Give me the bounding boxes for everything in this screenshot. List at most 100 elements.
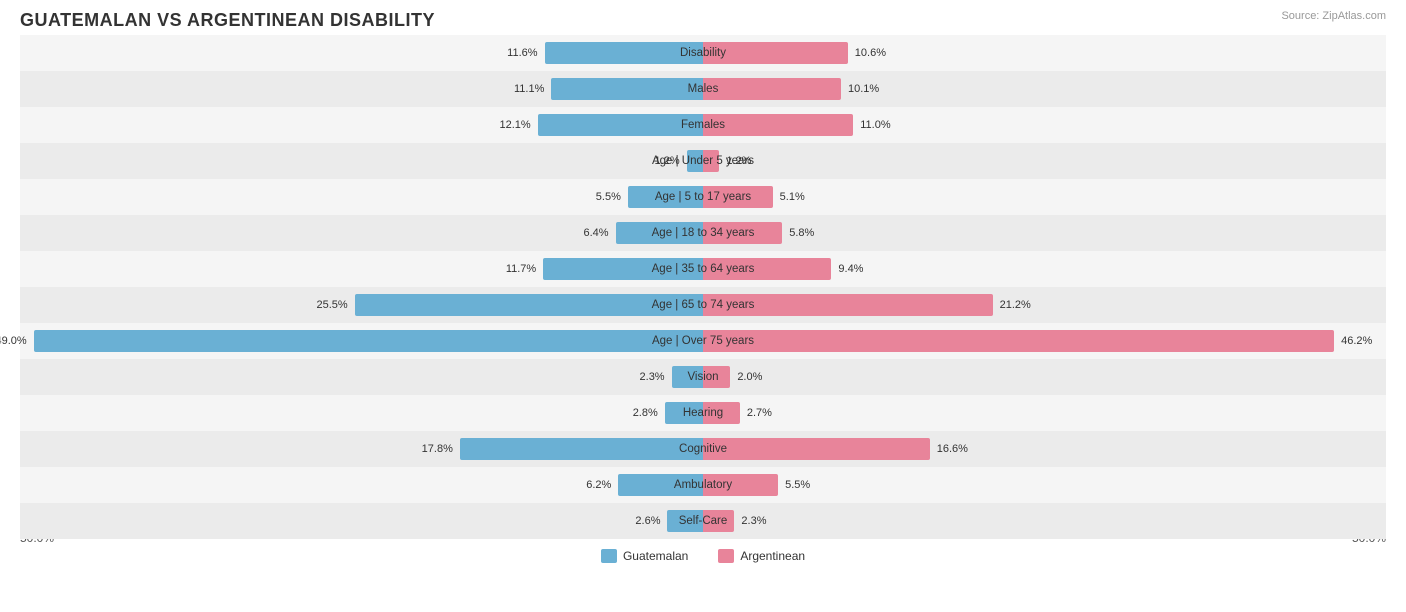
bar-blue-11: 17.8% <box>460 438 703 460</box>
bar-row: 6.4% Age | 18 to 34 years 5.8% <box>20 215 1386 251</box>
right-side-11: 16.6% <box>703 431 1386 467</box>
center-label-12: Ambulatory <box>674 479 732 491</box>
bars-wrapper-12: 6.2% Ambulatory 5.5% <box>20 467 1386 503</box>
bar-row: 2.8% Hearing 2.7% <box>20 395 1386 431</box>
bar-row: 17.8% Cognitive 16.6% <box>20 431 1386 467</box>
center-label-4: Age | 5 to 17 years <box>655 191 751 203</box>
val-left-7: 25.5% <box>316 299 350 311</box>
right-side-7: 21.2% <box>703 287 1386 323</box>
val-right-5: 5.8% <box>786 227 814 239</box>
val-right-12: 5.5% <box>782 479 810 491</box>
val-right-13: 2.3% <box>738 515 766 527</box>
val-right-2: 11.0% <box>857 119 890 131</box>
bar-pink-11: 16.6% <box>703 438 930 460</box>
val-left-8: 49.0% <box>0 335 30 347</box>
bar-pink-8: 46.2% <box>703 330 1334 352</box>
right-side-10: 2.7% <box>703 395 1386 431</box>
val-right-10: 2.7% <box>744 407 772 419</box>
bars-wrapper-8: 49.0% Age | Over 75 years 46.2% <box>20 323 1386 359</box>
center-label-6: Age | 35 to 64 years <box>652 263 755 275</box>
legend-item-pink: Argentinean <box>718 549 805 563</box>
right-side-3: 1.2% <box>703 143 1386 179</box>
val-right-11: 16.6% <box>934 443 968 455</box>
bar-pink-2: 11.0% <box>703 114 853 136</box>
left-side-9: 2.3% <box>20 359 703 395</box>
bars-wrapper-2: 12.1% Females 11.0% <box>20 107 1386 143</box>
val-left-2: 12.1% <box>500 119 534 131</box>
left-side-8: 49.0% <box>20 323 703 359</box>
val-right-9: 2.0% <box>734 371 762 383</box>
bar-row: 5.5% Age | 5 to 17 years 5.1% <box>20 179 1386 215</box>
legend-pink-box <box>718 549 734 563</box>
val-right-4: 5.1% <box>777 191 805 203</box>
right-side-9: 2.0% <box>703 359 1386 395</box>
val-left-6: 11.7% <box>506 263 539 275</box>
bars-wrapper-3: 1.2% Age | Under 5 years 1.2% <box>20 143 1386 179</box>
val-left-10: 2.8% <box>633 407 661 419</box>
source-text: Source: ZipAtlas.com <box>1281 10 1386 22</box>
center-label-2: Females <box>681 119 725 131</box>
val-left-1: 11.1% <box>514 83 547 95</box>
right-side-5: 5.8% <box>703 215 1386 251</box>
legend-blue-label: Guatemalan <box>623 549 688 563</box>
bar-blue-8: 49.0% <box>34 330 703 352</box>
center-label-5: Age | 18 to 34 years <box>652 227 755 239</box>
left-side-6: 11.7% <box>20 251 703 287</box>
bar-row: 49.0% Age | Over 75 years 46.2% <box>20 323 1386 359</box>
left-side-13: 2.6% <box>20 503 703 539</box>
left-side-11: 17.8% <box>20 431 703 467</box>
left-side-10: 2.8% <box>20 395 703 431</box>
right-side-2: 11.0% <box>703 107 1386 143</box>
bar-row: 25.5% Age | 65 to 74 years 21.2% <box>20 287 1386 323</box>
chart-title: GUATEMALAN VS ARGENTINEAN DISABILITY <box>20 10 1386 31</box>
left-side-2: 12.1% <box>20 107 703 143</box>
bars-wrapper-5: 6.4% Age | 18 to 34 years 5.8% <box>20 215 1386 251</box>
val-right-8: 46.2% <box>1338 335 1372 347</box>
val-left-12: 6.2% <box>586 479 614 491</box>
left-side-12: 6.2% <box>20 467 703 503</box>
bar-row: 1.2% Age | Under 5 years 1.2% <box>20 143 1386 179</box>
center-label-7: Age | 65 to 74 years <box>652 299 755 311</box>
bars-wrapper-4: 5.5% Age | 5 to 17 years 5.1% <box>20 179 1386 215</box>
center-label-10: Hearing <box>683 407 723 419</box>
val-right-1: 10.1% <box>845 83 879 95</box>
legend-pink-label: Argentinean <box>740 549 805 563</box>
center-label-8: Age | Over 75 years <box>652 335 754 347</box>
val-right-0: 10.6% <box>852 47 886 59</box>
right-side-12: 5.5% <box>703 467 1386 503</box>
right-side-0: 10.6% <box>703 35 1386 71</box>
center-label-1: Males <box>688 83 719 95</box>
center-label-9: Vision <box>687 371 718 383</box>
bar-blue-2: 12.1% <box>538 114 703 136</box>
chart-container: GUATEMALAN VS ARGENTINEAN DISABILITY Sou… <box>0 0 1406 612</box>
bar-blue-1: 11.1% <box>551 78 703 100</box>
right-side-4: 5.1% <box>703 179 1386 215</box>
legend: Guatemalan Argentinean <box>20 549 1386 563</box>
bar-row: 2.3% Vision 2.0% <box>20 359 1386 395</box>
val-left-9: 2.3% <box>640 371 668 383</box>
bar-row: 6.2% Ambulatory 5.5% <box>20 467 1386 503</box>
chart-area: 11.6% Disability 10.6% 11.1% Males <box>20 35 1386 527</box>
legend-blue-box <box>601 549 617 563</box>
val-right-6: 9.4% <box>835 263 863 275</box>
center-label-3: Age | Under 5 years <box>652 155 754 167</box>
bar-pink-1: 10.1% <box>703 78 841 100</box>
bar-row: 2.6% Self-Care 2.3% <box>20 503 1386 539</box>
left-side-1: 11.1% <box>20 71 703 107</box>
bars-wrapper-13: 2.6% Self-Care 2.3% <box>20 503 1386 539</box>
bar-row: 11.6% Disability 10.6% <box>20 35 1386 71</box>
bar-row: 11.1% Males 10.1% <box>20 71 1386 107</box>
bar-row: 12.1% Females 11.0% <box>20 107 1386 143</box>
bars-wrapper-7: 25.5% Age | 65 to 74 years 21.2% <box>20 287 1386 323</box>
bars-wrapper-10: 2.8% Hearing 2.7% <box>20 395 1386 431</box>
val-left-5: 6.4% <box>584 227 612 239</box>
legend-item-blue: Guatemalan <box>601 549 688 563</box>
center-label-13: Self-Care <box>679 515 728 527</box>
val-left-0: 11.6% <box>507 47 540 59</box>
left-side-3: 1.2% <box>20 143 703 179</box>
left-side-4: 5.5% <box>20 179 703 215</box>
bar-row: 11.7% Age | 35 to 64 years 9.4% <box>20 251 1386 287</box>
center-label-0: Disability <box>680 47 726 59</box>
right-side-13: 2.3% <box>703 503 1386 539</box>
bars-wrapper-1: 11.1% Males 10.1% <box>20 71 1386 107</box>
